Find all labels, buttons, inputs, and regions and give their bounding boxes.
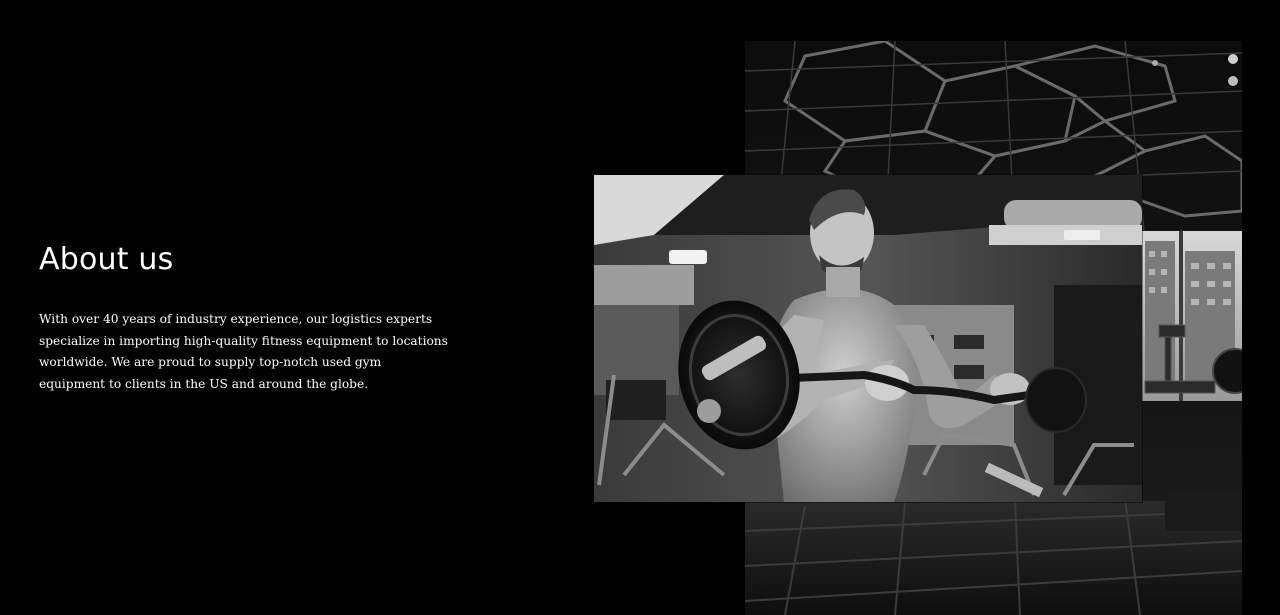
athlete-barbell-curl-photo: [594, 175, 1142, 502]
about-section: About us With over 40 years of industry …: [0, 0, 1280, 615]
athlete-image: [594, 175, 1142, 502]
section-title: About us: [39, 242, 174, 277]
about-description: With over 40 years of industry experienc…: [39, 312, 448, 391]
